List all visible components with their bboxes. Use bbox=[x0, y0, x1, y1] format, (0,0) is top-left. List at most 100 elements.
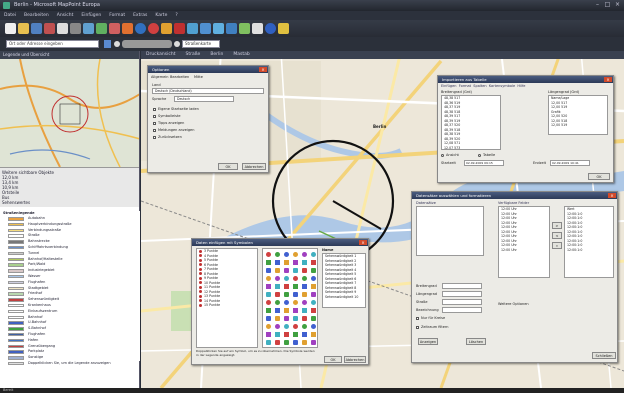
tab-format[interactable]: Format bbox=[459, 84, 471, 88]
symbol-icon[interactable] bbox=[266, 340, 271, 345]
symbol-icon[interactable] bbox=[284, 308, 289, 313]
symbol-icon[interactable] bbox=[311, 332, 316, 337]
symbol-icon[interactable] bbox=[275, 268, 280, 273]
tab-kartensymbole[interactable]: Kartensymbole bbox=[489, 84, 515, 88]
symbol-icon[interactable] bbox=[302, 308, 307, 313]
symbol-icon[interactable] bbox=[266, 292, 271, 297]
symbol-icon[interactable] bbox=[302, 284, 307, 289]
symbol-icon[interactable] bbox=[302, 332, 307, 337]
symbol-icon[interactable] bbox=[275, 260, 280, 265]
symbol-icon[interactable] bbox=[266, 252, 271, 257]
symbol-icon[interactable] bbox=[302, 300, 307, 305]
zoom-out-icon[interactable] bbox=[114, 41, 120, 47]
latitude-list[interactable]: 48,38 517 48,36 519 48,37 519 48,38 518 48,3… bbox=[441, 95, 501, 150]
symbol-icon[interactable] bbox=[275, 292, 280, 297]
move-left-button[interactable]: < bbox=[552, 232, 562, 239]
symbol-icon[interactable] bbox=[293, 268, 298, 273]
field-list[interactable]: 12:00 Uhr 12:00 Uhr 12:00 Uhr 12:00 Uhr 12:0… bbox=[498, 206, 550, 278]
radio-option[interactable]: Tabelle bbox=[478, 153, 495, 157]
search-input[interactable]: Ort oder Adresse eingeben bbox=[6, 40, 99, 48]
checkbox[interactable] bbox=[153, 114, 156, 118]
symbol-icon[interactable] bbox=[311, 324, 316, 329]
checkbox-option[interactable]: Zeitraum filtern bbox=[416, 325, 449, 329]
symbol-name-list[interactable]: Sehenswürdigkeit 1 Sehenswürdigkeit 2 Sehe… bbox=[322, 253, 366, 308]
list-item[interactable]: 12,00 519 bbox=[549, 123, 607, 128]
menu-extras[interactable]: Extras bbox=[129, 11, 151, 20]
symbol-icon[interactable] bbox=[311, 268, 316, 273]
route-icon[interactable] bbox=[122, 23, 133, 34]
tip-icon[interactable] bbox=[278, 23, 289, 34]
print-icon[interactable] bbox=[44, 23, 55, 34]
symbol-icon[interactable] bbox=[293, 252, 298, 257]
minimize-icon[interactable]: – bbox=[593, 1, 602, 9]
show-button[interactable]: Anzeigen bbox=[418, 338, 438, 345]
symbol-icon[interactable] bbox=[284, 284, 289, 289]
symbol-icon[interactable] bbox=[293, 308, 298, 313]
checkbox-option[interactable]: Eigene Startseite laden bbox=[153, 107, 199, 111]
symbol-icon[interactable] bbox=[311, 284, 316, 289]
street-input[interactable] bbox=[442, 299, 482, 305]
close-icon[interactable]: × bbox=[604, 77, 612, 82]
point-size-list[interactable]: 3 Punkte 4 Punkte 5 Punkte 6 Punkte 7 Punkte… bbox=[196, 248, 258, 348]
symbol-icon[interactable] bbox=[311, 316, 316, 321]
cancel-button[interactable]: Abbrechen bbox=[242, 163, 266, 170]
selected-field-list[interactable]: Wert 12:00:1:0 12:00:1:0 12:00:1:0 12:00:1:0… bbox=[564, 206, 614, 278]
checkbox-option[interactable]: Zurücksetzen bbox=[153, 135, 182, 139]
table-icon[interactable] bbox=[226, 23, 237, 34]
menu-bearbeiten[interactable]: Bearbeiten bbox=[20, 11, 53, 20]
tab-hilfe[interactable]: Hilfe bbox=[517, 84, 525, 88]
list-item[interactable]: 12:00 Uhr bbox=[499, 248, 549, 253]
symbol-icon[interactable] bbox=[293, 260, 298, 265]
symbol-icon[interactable] bbox=[266, 260, 271, 265]
map-style-dropdown[interactable]: Straßenkarte bbox=[182, 40, 220, 48]
symbol-icon[interactable] bbox=[302, 276, 307, 281]
symbol-icon[interactable] bbox=[266, 324, 271, 329]
draw-icon[interactable] bbox=[161, 23, 172, 34]
list-item[interactable]: 15 Punkte bbox=[197, 303, 257, 308]
import-icon[interactable] bbox=[200, 23, 211, 34]
symbol-icon[interactable] bbox=[266, 284, 271, 289]
cancel-button[interactable]: Abbrechen bbox=[344, 356, 366, 363]
symbol-icon[interactable] bbox=[311, 308, 316, 313]
checkbox[interactable] bbox=[153, 107, 156, 111]
symbol-icon[interactable] bbox=[302, 292, 307, 297]
symbol-icon[interactable] bbox=[266, 300, 271, 305]
menu-format[interactable]: Format bbox=[105, 11, 129, 20]
close-icon[interactable]: × bbox=[259, 67, 267, 72]
symbol-icon[interactable] bbox=[284, 252, 289, 257]
ok-button[interactable]: OK bbox=[588, 173, 610, 180]
territory-icon[interactable] bbox=[239, 23, 250, 34]
symbol-icon[interactable] bbox=[275, 316, 280, 321]
list-item[interactable]: Sehenswürdigkeit 10 bbox=[323, 295, 365, 300]
list-item[interactable]: Sehenswertes bbox=[2, 200, 137, 205]
preview-icon[interactable] bbox=[57, 23, 68, 34]
undo-icon[interactable] bbox=[109, 23, 120, 34]
symbol-icon[interactable] bbox=[284, 316, 289, 321]
symbol-icon[interactable] bbox=[275, 252, 280, 257]
symbol-icon[interactable] bbox=[302, 340, 307, 345]
cut-icon[interactable] bbox=[70, 23, 81, 34]
checkbox[interactable] bbox=[153, 128, 156, 132]
symbol-icon[interactable] bbox=[293, 284, 298, 289]
paste-icon[interactable] bbox=[96, 23, 107, 34]
checkbox-option[interactable]: Symbolleiste bbox=[153, 114, 181, 118]
find-icon[interactable] bbox=[252, 23, 263, 34]
tab-druckansicht[interactable]: Druckansicht bbox=[141, 51, 180, 59]
checkbox[interactable] bbox=[153, 121, 156, 125]
zoom-in-icon[interactable] bbox=[174, 41, 180, 47]
checkbox[interactable] bbox=[416, 316, 419, 320]
symbol-icon[interactable] bbox=[275, 332, 280, 337]
symbol-grid[interactable] bbox=[262, 248, 318, 348]
menu-ansicht[interactable]: Ansicht bbox=[53, 11, 78, 20]
menu-karte[interactable]: Karte bbox=[151, 11, 171, 20]
search-icon[interactable] bbox=[104, 40, 111, 48]
tab-massstab[interactable]: Mastab bbox=[228, 51, 254, 59]
tab-spalten[interactable]: Spalten bbox=[473, 84, 486, 88]
new-document-icon[interactable] bbox=[5, 23, 16, 34]
menu-datei[interactable]: Datei bbox=[0, 11, 20, 20]
close-button[interactable]: Schließen bbox=[592, 352, 616, 359]
radio[interactable] bbox=[478, 153, 481, 157]
latitude-input[interactable] bbox=[442, 283, 482, 289]
symbol-icon[interactable] bbox=[284, 260, 289, 265]
tab-bearbeiten[interactable]: Bearbeiten bbox=[170, 75, 189, 79]
